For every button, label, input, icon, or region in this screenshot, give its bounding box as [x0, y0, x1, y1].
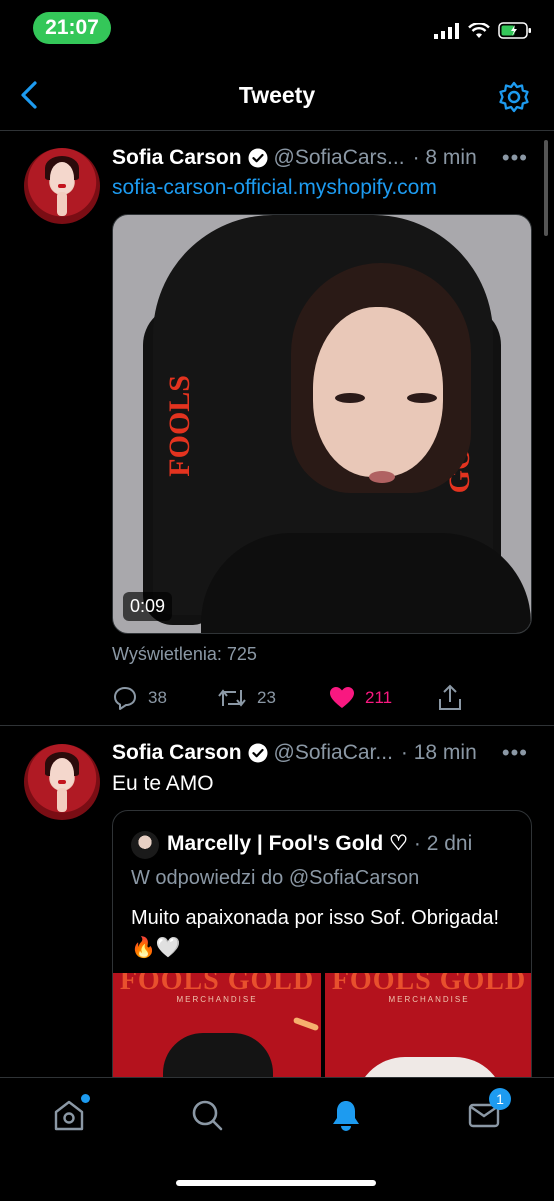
video-duration: 0:09 — [123, 592, 173, 621]
quoted-author-name[interactable]: Marcelly | Fool's Gold ♡ — [167, 831, 408, 856]
avatar[interactable] — [24, 744, 100, 820]
tweet-text: Eu te AMO — [112, 772, 214, 795]
author-handle[interactable]: @SofiaCars... — [274, 146, 405, 170]
quoted-avatar[interactable] — [131, 831, 159, 859]
avatar[interactable] — [24, 148, 100, 224]
divider — [0, 725, 554, 726]
video-player[interactable]: FOOLS GOLD 0:09 — [112, 214, 532, 634]
battery-icon — [498, 22, 531, 39]
retweet-icon — [218, 689, 246, 707]
like-button[interactable]: 211 — [329, 686, 437, 710]
media-sub-text: MERCHANDISE — [176, 995, 258, 1004]
page-title: Tweety — [238, 82, 316, 108]
quoted-header: Marcelly | Fool's Gold ♡ · 2 dni — [167, 831, 472, 856]
home-indicator[interactable] — [176, 1180, 376, 1186]
scrollbar[interactable] — [544, 140, 548, 236]
status-icons — [434, 22, 532, 39]
wifi-icon — [468, 22, 490, 38]
tweet-actions: 38 23 211 — [112, 684, 472, 712]
retweet-button[interactable]: 23 — [217, 685, 329, 711]
media-sub-text: MERCHANDISE — [388, 995, 470, 1004]
status-time: 21:07 — [33, 12, 111, 44]
tweet-time: · 18 min — [400, 741, 477, 764]
like-count: 211 — [365, 688, 393, 707]
quoted-text: Muito apaixonada por isso Sof. Obrigada!… — [131, 907, 499, 959]
unread-dot — [81, 1094, 90, 1103]
author-handle[interactable]: @SofiaCar... — [274, 741, 393, 765]
more-options-icon[interactable]: ••• — [502, 145, 528, 171]
tab-notifications[interactable] — [329, 1098, 365, 1134]
notification-badge: 1 — [489, 1088, 511, 1110]
home-icon — [54, 1100, 84, 1131]
reply-button[interactable]: 38 — [112, 685, 217, 711]
reply-context: W odpowiedzi do @SofiaCarson — [131, 867, 420, 889]
tab-home[interactable] — [52, 1094, 90, 1134]
signal-icon — [434, 22, 459, 39]
media-brand-text: FOOLS GOLD — [119, 973, 315, 996]
tweet-header: Sofia Carson @SofiaCar... · 18 min — [112, 738, 477, 768]
reply-count: 38 — [148, 688, 167, 707]
tweet-header: Sofia Carson @SofiaCars... · 8 min — [112, 143, 477, 173]
share-button[interactable] — [437, 684, 463, 712]
gear-icon[interactable] — [498, 81, 530, 113]
share-icon — [439, 684, 461, 710]
verified-badge-icon — [248, 743, 268, 763]
view-count: Wyświetlenia: 725 — [112, 644, 257, 664]
retweet-count: 23 — [257, 688, 276, 707]
heart-icon — [330, 687, 354, 708]
tab-search[interactable] — [190, 1098, 226, 1134]
tweet-time: · 8 min — [412, 146, 477, 169]
tab-messages[interactable]: 1 — [467, 1088, 511, 1134]
verified-badge-icon — [248, 148, 268, 168]
nav-bar: Tweety — [0, 60, 554, 131]
author-name[interactable]: Sofia Carson — [112, 741, 242, 765]
tweet-link[interactable]: sofia-carson-official.myshopify.com — [112, 176, 437, 200]
search-icon — [192, 1100, 223, 1131]
bell-icon — [333, 1101, 359, 1131]
quoted-time: · 2 dni — [413, 831, 473, 855]
reply-icon — [114, 687, 136, 710]
status-bar: 21:07 — [0, 0, 554, 60]
media-brand-text: FOOLS GOLD — [331, 973, 527, 996]
author-name[interactable]: Sofia Carson — [112, 146, 242, 170]
more-options-icon[interactable]: ••• — [502, 740, 528, 766]
